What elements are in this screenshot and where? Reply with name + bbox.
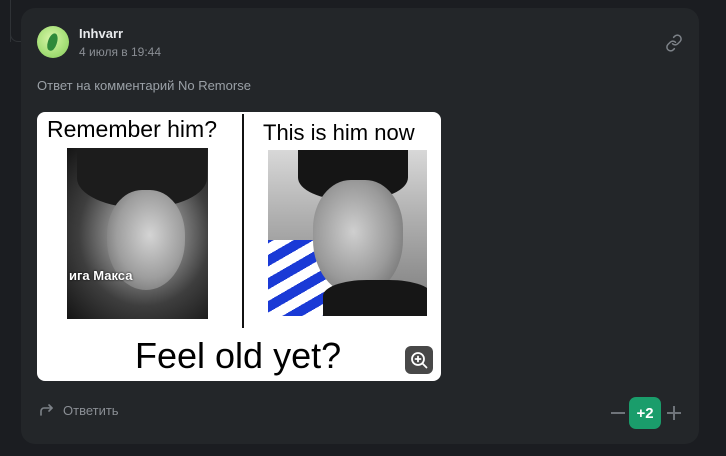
- meme-photo-right: [268, 150, 427, 316]
- zoom-in-button[interactable]: [405, 346, 433, 374]
- reply-reference[interactable]: Ответ на комментарий No Remorse: [37, 78, 251, 93]
- meme-photo-left: ига Макса: [67, 148, 208, 319]
- avatar-leaf-icon: [45, 32, 60, 52]
- reply-label: Ответить: [63, 402, 119, 418]
- zoom-in-icon: [411, 352, 428, 369]
- reply-arrow-icon: [40, 404, 53, 416]
- upvote-button[interactable]: [666, 402, 682, 422]
- downvote-button[interactable]: [610, 402, 626, 422]
- meme-image[interactable]: Remember him? This is him now ига Макса …: [37, 112, 441, 381]
- meme-caption-right: This is him now: [263, 120, 415, 145]
- score-badge: +2: [629, 397, 661, 429]
- link-icon[interactable]: [665, 34, 683, 52]
- avatar[interactable]: [37, 26, 69, 58]
- comment-date[interactable]: 4 июля в 19:44: [79, 45, 161, 59]
- comment-author[interactable]: Inhvarr: [79, 26, 123, 41]
- meme-caption-bottom: Feel old yet?: [135, 335, 342, 376]
- meme-divider: [242, 114, 244, 328]
- meme-overlay-text: ига Макса: [69, 268, 133, 283]
- reply-button[interactable]: Ответить: [39, 402, 119, 418]
- meme-caption-left: Remember him?: [47, 116, 217, 142]
- comment-card: Inhvarr 4 июля в 19:44 Ответ на коммента…: [21, 8, 699, 444]
